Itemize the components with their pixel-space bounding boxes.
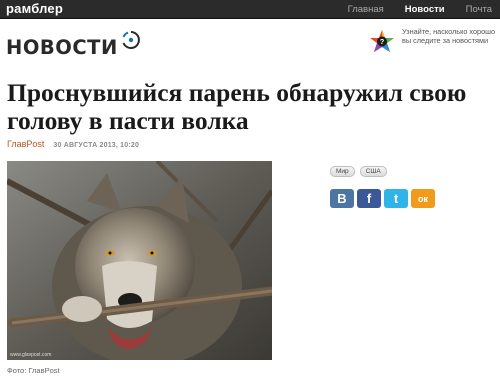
share-buttons: В f t ок [330, 189, 435, 208]
article-tags: Мир США [330, 166, 387, 177]
vkontakte-icon: В [337, 191, 347, 206]
twitter-icon: t [393, 191, 399, 206]
nav-item-news[interactable]: Новости [405, 4, 445, 15]
vkontakte-share-button[interactable]: В [330, 189, 354, 208]
top-nav: Главная Новости Почта [348, 4, 492, 15]
svg-text:?: ? [380, 37, 385, 46]
odnoklassniki-icon: ок [417, 193, 428, 204]
tag-usa[interactable]: США [359, 166, 387, 177]
tag-world[interactable]: Мир [330, 166, 355, 177]
facebook-icon: f [366, 191, 372, 206]
article-headline: Проснувшийся парень обнаружил свою голов… [7, 78, 467, 135]
article-photo: www.glavpost.com [7, 161, 272, 360]
photo-caption: Фото: ГлавPost [7, 366, 60, 375]
question-star-icon: ? [370, 30, 394, 52]
article-source[interactable]: ГлавPost [7, 139, 44, 149]
article-meta: ГлавPost 30 АВГУСТА 2013, 10:20 [7, 139, 139, 149]
odnoklassniki-share-button[interactable]: ок [411, 189, 435, 208]
photo-watermark: www.glavpost.com [10, 352, 52, 358]
article-date: 30 АВГУСТА 2013, 10:20 [53, 142, 140, 149]
nav-item-mail[interactable]: Почта [466, 4, 492, 15]
nav-item-main[interactable]: Главная [348, 4, 384, 15]
top-navbar: рамблер Главная Новости Почта [0, 0, 500, 19]
quiz-promo[interactable]: ? Узнайте, насколько хорошо вы следите з… [369, 27, 497, 63]
news-section-logo[interactable]: НОВОСТИ [6, 31, 141, 62]
news-logo-icon [122, 31, 140, 49]
section-title: НОВОСТИ [6, 35, 118, 59]
facebook-share-button[interactable]: f [357, 189, 381, 208]
wolf-photo-image [7, 161, 272, 360]
twitter-share-button[interactable]: t [384, 189, 408, 208]
promo-text: Узнайте, насколько хорошо вы следите за … [402, 27, 496, 46]
rambler-logo[interactable]: рамблер [6, 1, 63, 16]
